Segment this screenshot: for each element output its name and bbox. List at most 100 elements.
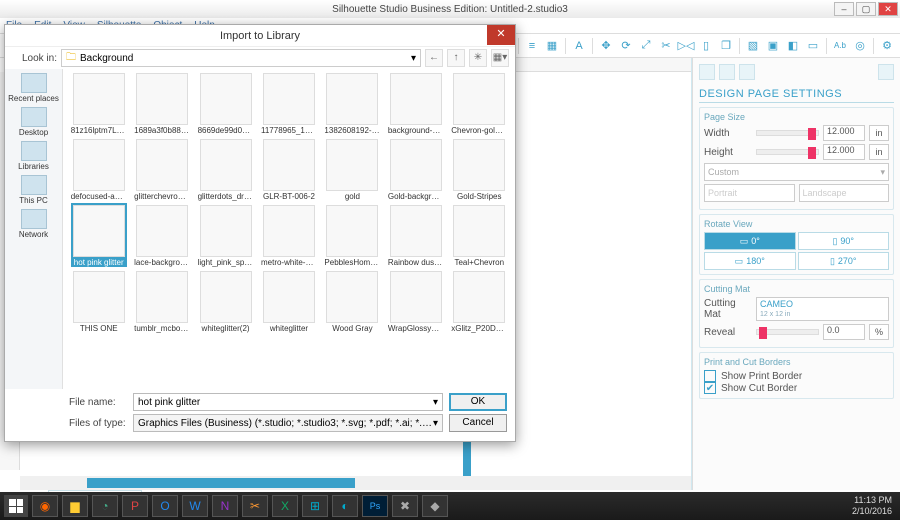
panel-reg-icon[interactable]: [739, 64, 755, 80]
views-button[interactable]: ▦▾: [491, 49, 509, 67]
tb-lines-icon[interactable]: ≡: [523, 37, 541, 55]
file-thumb[interactable]: THIS ONE: [69, 271, 128, 333]
size-preset-select[interactable]: Custom▾: [704, 163, 889, 181]
start-button[interactable]: [4, 495, 28, 517]
rotate-270-button[interactable]: ▯ 270°: [798, 252, 890, 270]
tb-inkscape-icon[interactable]: ◆: [422, 495, 448, 517]
file-thumb[interactable]: Gold-backgroun...: [386, 139, 445, 201]
tb-scale-icon[interactable]: ⤢: [637, 37, 655, 55]
tb-knife-icon[interactable]: ✂: [657, 37, 675, 55]
tb-snip-icon[interactable]: ✂: [242, 495, 268, 517]
file-thumb[interactable]: Chevron-gold-gl...: [450, 73, 509, 135]
tb-grid-icon[interactable]: ▦: [543, 37, 561, 55]
file-thumb[interactable]: gold: [323, 139, 382, 201]
file-thumb[interactable]: metro-white-10c...: [259, 205, 318, 267]
file-thumb[interactable]: background-bac...: [386, 73, 445, 135]
file-thumb[interactable]: PebblesHomema...: [323, 205, 382, 267]
height-unit[interactable]: in: [869, 144, 889, 160]
rotate-180-button[interactable]: ▭ 180°: [704, 252, 796, 270]
file-thumb[interactable]: Teal+Chevron: [450, 205, 509, 267]
reveal-slider[interactable]: [756, 329, 819, 335]
file-thumb[interactable]: xGlitz_P20DL4072...: [450, 271, 509, 333]
tb-powerpoint-icon[interactable]: P: [122, 495, 148, 517]
tb-page-icon[interactable]: ▭: [804, 37, 822, 55]
file-thumb[interactable]: Rainbow dust edible glitter white: [386, 205, 445, 267]
tb-mirror-icon[interactable]: ▷◁: [677, 37, 695, 55]
tb-tools-icon[interactable]: ✖: [392, 495, 418, 517]
portrait-button[interactable]: Portrait: [704, 184, 795, 202]
file-thumb[interactable]: light_pink_sparkl...: [196, 205, 255, 267]
cancel-button[interactable]: Cancel: [449, 414, 507, 432]
place-thispc[interactable]: This PC: [7, 175, 60, 205]
taskbar-clock[interactable]: 11:13 PM2/10/2016: [852, 495, 896, 517]
tb-onenote-icon[interactable]: N: [212, 495, 238, 517]
file-thumb[interactable]: 1689a3f0b8812c...: [132, 73, 191, 135]
ok-button[interactable]: OK: [449, 393, 507, 411]
tb-excel-icon[interactable]: X: [272, 495, 298, 517]
file-thumb[interactable]: GLR-BT-006-2: [259, 139, 318, 201]
landscape-button[interactable]: Landscape: [799, 184, 890, 202]
tb-ab-icon[interactable]: A.b: [831, 37, 849, 55]
tb-stroke-icon[interactable]: ▣: [764, 37, 782, 55]
height-slider[interactable]: [756, 149, 819, 155]
up-button[interactable]: ↑: [447, 49, 465, 67]
file-list[interactable]: 81z16lptm7L._SL...1689a3f0b8812c...8669d…: [63, 69, 515, 389]
file-thumb[interactable]: defocused-abstr...: [69, 139, 128, 201]
new-folder-button[interactable]: ✳: [469, 49, 487, 67]
width-unit[interactable]: in: [869, 125, 889, 141]
tb-word-icon[interactable]: W: [182, 495, 208, 517]
place-network[interactable]: Network: [7, 209, 60, 239]
file-thumb[interactable]: 11778965_101021...: [259, 73, 318, 135]
place-desktop[interactable]: Desktop: [7, 107, 60, 137]
file-thumb[interactable]: Wood Gray: [323, 271, 382, 333]
file-thumb[interactable]: 1382608192-1339...: [323, 73, 382, 135]
tb-layers-icon[interactable]: ❐: [717, 37, 735, 55]
show-cut-border-checkbox[interactable]: ✔Show Cut Border: [704, 382, 889, 394]
tb-target-icon[interactable]: ◎: [851, 37, 869, 55]
place-recent[interactable]: Recent places: [7, 73, 60, 103]
filename-input[interactable]: hot pink glitter▾: [133, 393, 443, 411]
lookin-combo[interactable]: 🗀 Background ▾: [61, 49, 421, 67]
tb-align-icon[interactable]: ▯: [697, 37, 715, 55]
file-thumb[interactable]: WrapGlossyWhit...: [386, 271, 445, 333]
height-input[interactable]: 12.000: [823, 144, 865, 160]
file-thumb[interactable]: 81z16lptm7L._SL...: [69, 73, 128, 135]
file-thumb[interactable]: glitterchevronaq...: [132, 139, 191, 201]
width-slider[interactable]: [756, 130, 819, 136]
rotate-0-button[interactable]: ▭ 0°: [704, 232, 796, 250]
width-input[interactable]: 12.000: [823, 125, 865, 141]
tb-firefox-icon[interactable]: ◉: [32, 495, 58, 517]
cutmat-select[interactable]: CAMEO 12 x 12 in: [756, 297, 889, 321]
minimize-button[interactable]: –: [834, 2, 854, 16]
rotate-90-button[interactable]: ▯ 90°: [798, 232, 890, 250]
tb-chrome-icon[interactable]: ◔: [92, 495, 118, 517]
close-button[interactable]: ✕: [878, 2, 898, 16]
dialog-close-button[interactable]: ✕: [487, 25, 515, 45]
file-thumb[interactable]: hot pink glitter: [69, 205, 128, 267]
file-thumb[interactable]: whiteglitter: [259, 271, 318, 333]
back-button[interactable]: ←: [425, 49, 443, 67]
file-thumb[interactable]: tumblr_mcbowjl...: [132, 271, 191, 333]
tb-explorer-icon[interactable]: ▆: [62, 495, 88, 517]
tb-outlook-icon[interactable]: O: [152, 495, 178, 517]
file-thumb[interactable]: lace-backgroun...: [132, 205, 191, 267]
tb-color-icon[interactable]: ◧: [784, 37, 802, 55]
tb-silhouette-icon[interactable]: ◐: [332, 495, 358, 517]
tb-photoshop-icon[interactable]: Ps: [362, 495, 388, 517]
filetype-select[interactable]: Graphics Files (Business) (*.studio; *.s…: [133, 414, 443, 432]
file-thumb[interactable]: glitterdots_drop...: [196, 139, 255, 201]
tb-text-icon[interactable]: A: [570, 37, 588, 55]
file-thumb[interactable]: whiteglitter(2): [196, 271, 255, 333]
canvas-scroll-h[interactable]: [20, 476, 691, 490]
panel-grid-icon[interactable]: [719, 64, 735, 80]
tb-move-icon[interactable]: ✥: [597, 37, 615, 55]
panel-close-icon[interactable]: [878, 64, 894, 80]
place-libraries[interactable]: Libraries: [7, 141, 60, 171]
panel-page-icon[interactable]: [699, 64, 715, 80]
file-thumb[interactable]: Gold-Stripes: [450, 139, 509, 201]
tb-settings-icon[interactable]: ⚙: [878, 37, 896, 55]
maximize-button[interactable]: ▢: [856, 2, 876, 16]
file-thumb[interactable]: 8669de99d02af4...: [196, 73, 255, 135]
tb-fill-icon[interactable]: ▧: [744, 37, 762, 55]
show-print-border-checkbox[interactable]: Show Print Border: [704, 370, 889, 382]
